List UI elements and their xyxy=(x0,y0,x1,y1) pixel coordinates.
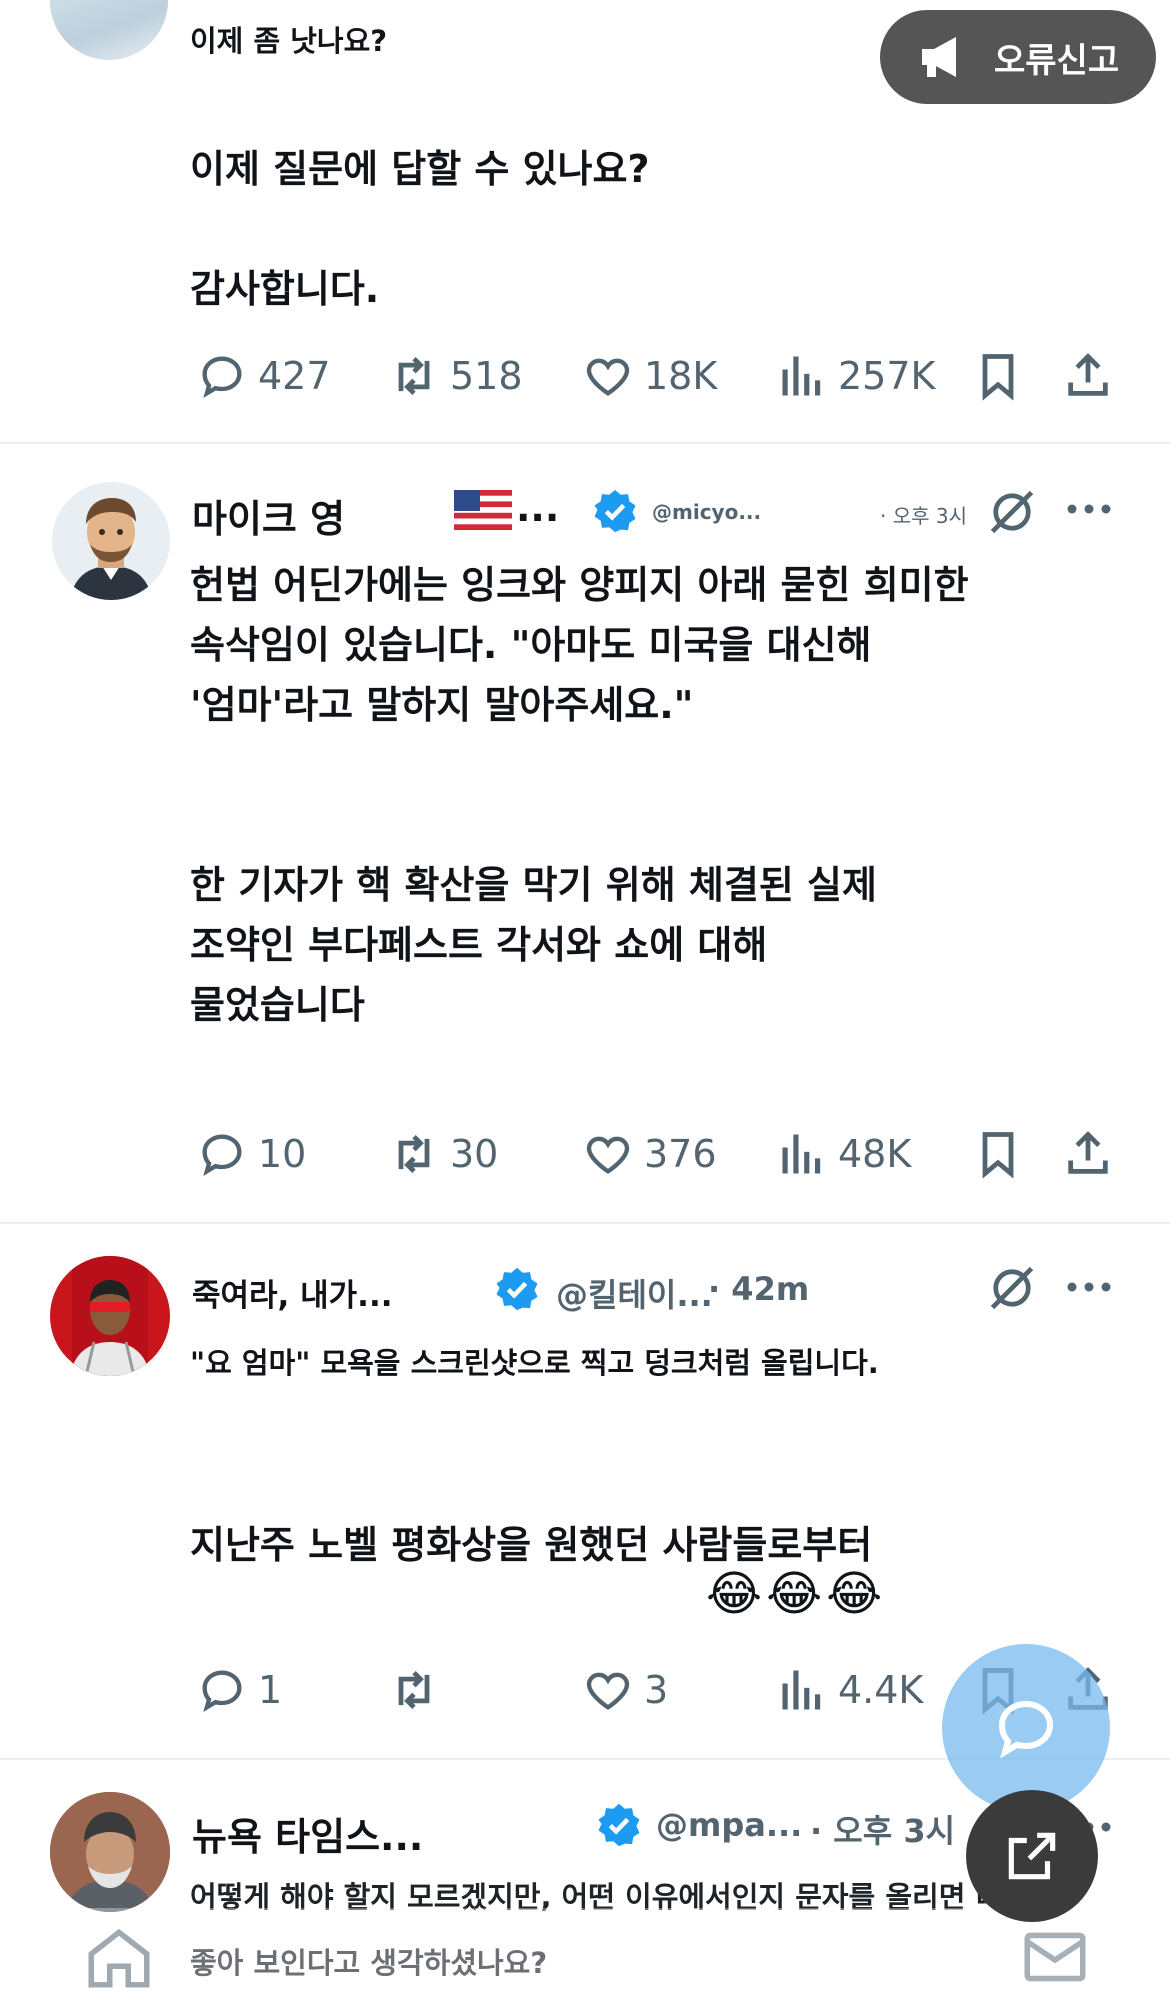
repost-button[interactable]: 518 xyxy=(388,350,523,402)
divider xyxy=(0,1222,1170,1224)
display-name[interactable]: 마이크 영 xyxy=(192,488,345,543)
compose-reply-button[interactable] xyxy=(942,1644,1110,1812)
display-name[interactable]: 뉴욕 타임스... xyxy=(192,1806,423,1861)
heart-icon xyxy=(586,1672,630,1710)
repost-count: 30 xyxy=(450,1132,499,1176)
reply-icon xyxy=(202,356,242,398)
share-out-icon xyxy=(1008,1832,1056,1880)
views-button[interactable]: 48K xyxy=(776,1128,911,1180)
megaphone-icon xyxy=(918,35,968,79)
post-text: 물었습니다 xyxy=(190,983,365,1027)
repost-button[interactable]: 30 xyxy=(388,1128,498,1180)
like-count: 376 xyxy=(644,1132,717,1176)
post-text: 한 기자가 핵 확산을 막기 위해 체결된 실제 xyxy=(190,863,877,907)
user-handle[interactable]: @킬테이... xyxy=(556,1270,713,1316)
home-icon[interactable] xyxy=(82,1920,156,1994)
reply-icon xyxy=(202,1670,242,1712)
post-text: '엄마'라고 말하지 말아주세요." xyxy=(190,683,694,727)
post-text: 헌법 어딘가에는 잉크와 양피지 아래 묻힌 희미한 xyxy=(190,563,969,607)
views-button[interactable]: 4.4K xyxy=(776,1664,923,1716)
repost-icon xyxy=(398,1134,430,1174)
repost-icon xyxy=(398,1670,430,1710)
reply-button[interactable]: 10 xyxy=(196,1128,306,1180)
like-button[interactable]: 376 xyxy=(582,1128,717,1180)
avatar[interactable] xyxy=(50,1792,170,1912)
grok-icon[interactable] xyxy=(986,1262,1038,1314)
share-fab-button[interactable] xyxy=(966,1790,1098,1922)
reply-bubble-icon xyxy=(998,1700,1054,1759)
bookmark-icon xyxy=(982,354,1014,401)
post-time: · 오후 3시 xyxy=(810,1812,956,1850)
views-icon xyxy=(782,1134,821,1174)
view-count: 4.4K xyxy=(838,1668,924,1712)
like-count: 3 xyxy=(644,1668,669,1712)
flag-suffix: ... xyxy=(516,486,560,530)
post-text: 이제 좀 낫나요? xyxy=(190,24,388,58)
reply-button[interactable]: 1 xyxy=(196,1664,282,1716)
post-time: · 42m xyxy=(708,1270,810,1308)
repost-icon xyxy=(398,356,430,396)
view-count: 48K xyxy=(838,1132,912,1176)
heart-icon xyxy=(586,1136,630,1174)
report-error-button[interactable]: 오류신고 xyxy=(880,10,1156,104)
view-count: 257K xyxy=(838,354,936,398)
avatar[interactable] xyxy=(50,1256,170,1376)
share-icon xyxy=(1068,353,1108,396)
reply-count: 10 xyxy=(258,1132,307,1176)
bookmark-button[interactable] xyxy=(972,350,1034,402)
views-icon xyxy=(782,356,821,396)
reply-count: 427 xyxy=(258,354,331,398)
messages-icon[interactable] xyxy=(1018,1920,1092,1994)
heart-icon xyxy=(586,358,630,396)
flag-icon xyxy=(454,486,512,534)
reply-icon xyxy=(202,1134,242,1176)
post-text: 감사합니다. xyxy=(190,267,380,311)
share-icon xyxy=(1068,1131,1108,1174)
share-button[interactable] xyxy=(1062,350,1124,402)
avatar[interactable] xyxy=(52,482,170,600)
bookmark-button[interactable] xyxy=(972,1128,1034,1180)
post-text: 이제 질문에 답할 수 있나요? xyxy=(190,147,650,191)
repost-count: 518 xyxy=(450,354,523,398)
views-icon xyxy=(782,1670,821,1710)
views-button[interactable]: 257K xyxy=(776,350,935,402)
report-error-label: 오류신고 xyxy=(994,40,1120,81)
like-count: 18K xyxy=(644,354,718,398)
display-name[interactable]: 죽여라, 내가... xyxy=(192,1270,393,1315)
repost-button[interactable] xyxy=(388,1664,450,1716)
post-text: 지난주 노벨 평화상을 원했던 사람들로부터 xyxy=(190,1523,873,1567)
verified-badge-icon xyxy=(596,1802,642,1848)
user-handle[interactable]: @mpa... xyxy=(656,1806,802,1844)
post-text: 속삭임이 있습니다. "아마도 미국을 대신해 xyxy=(190,623,872,667)
like-button[interactable]: 18K xyxy=(582,350,717,402)
like-button[interactable]: 3 xyxy=(582,1664,668,1716)
divider xyxy=(0,442,1170,444)
laughing-emoji: 😂😂😂 xyxy=(706,1566,887,1622)
bookmark-icon xyxy=(982,1132,1014,1179)
verified-badge-icon xyxy=(592,488,638,534)
post-time: · 오후 3시 xyxy=(880,504,967,528)
post-text: "요 엄마" 모욕을 스크린샷으로 찍고 덩크처럼 올립니다. xyxy=(190,1346,879,1380)
reply-count: 1 xyxy=(258,1668,283,1712)
bottom-nav-bar xyxy=(0,1908,1170,2007)
verified-badge-icon xyxy=(494,1266,540,1312)
user-handle[interactable]: @micyo... xyxy=(652,500,761,524)
grok-icon[interactable] xyxy=(986,486,1038,538)
reply-button[interactable]: 427 xyxy=(196,350,331,402)
more-options-icon[interactable] xyxy=(1064,1272,1114,1302)
more-options-icon[interactable] xyxy=(1064,494,1114,524)
avatar[interactable] xyxy=(50,0,168,60)
share-button[interactable] xyxy=(1062,1128,1124,1180)
post-text: 조약인 부다페스트 각서와 쇼에 대해 xyxy=(190,923,768,967)
